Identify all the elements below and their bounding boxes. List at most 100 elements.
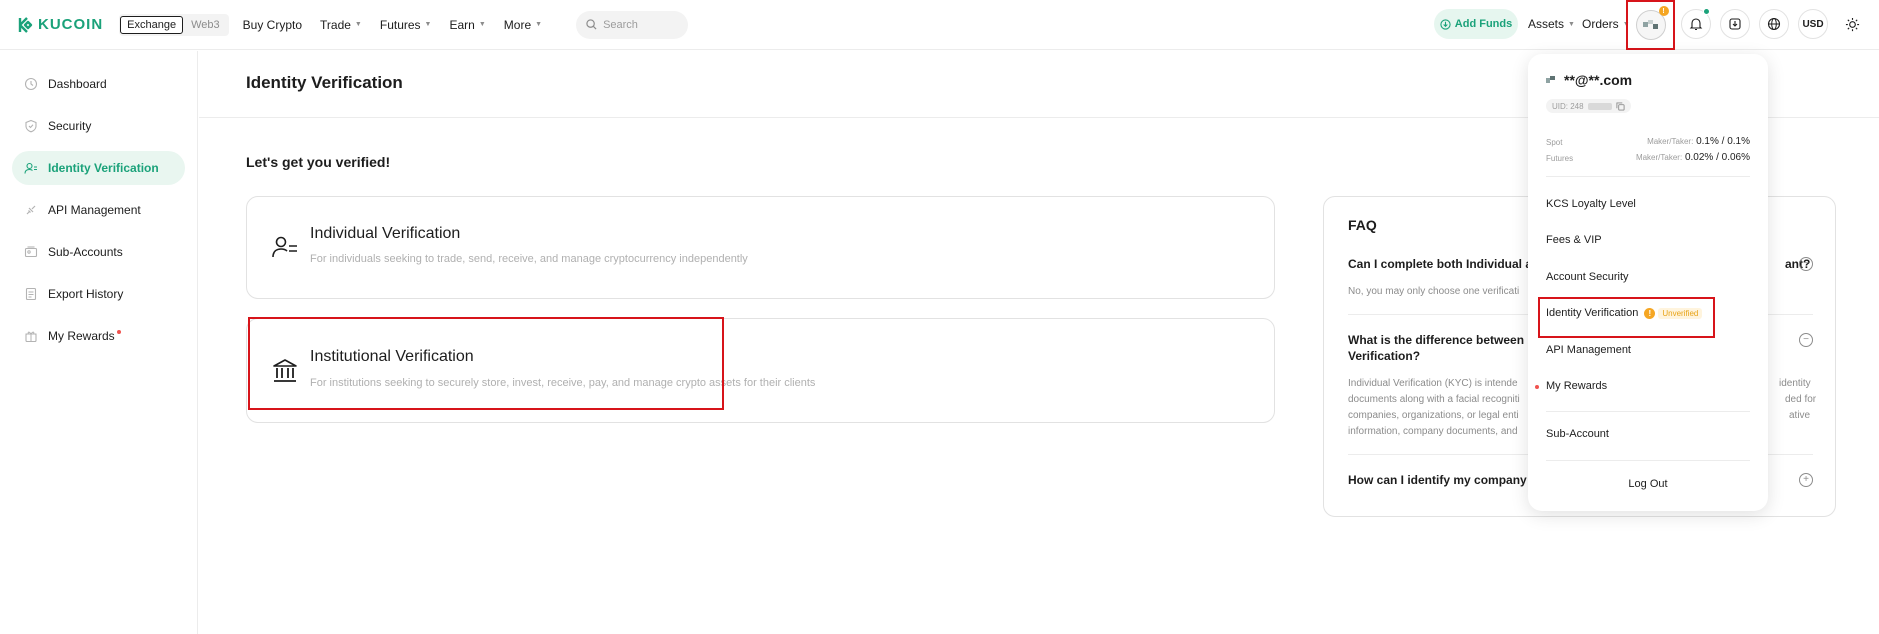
page-title: Identity Verification — [246, 73, 403, 92]
page-subtitle: Let's get you verified! — [246, 154, 391, 170]
fee-value-futures: Maker/Taker: 0.02% / 0.06% — [1636, 152, 1750, 163]
sidebar-item-label: Security — [48, 119, 92, 133]
currency-button[interactable]: USD — [1798, 9, 1828, 39]
uid-chip: UID: 248 — [1546, 99, 1631, 113]
orders-menu[interactable]: Orders ▼ — [1582, 17, 1630, 31]
nav-more[interactable]: More ▼ — [504, 18, 542, 32]
fee-value: 0.1% / 0.1% — [1696, 136, 1750, 147]
sidebar-item-api-management[interactable]: API Management — [12, 193, 185, 227]
collapse-icon[interactable]: − — [1799, 257, 1813, 271]
account-avatar-highlight: ! — [1626, 0, 1675, 50]
menu-kcs-loyalty-level[interactable]: KCS Loyalty Level — [1546, 198, 1636, 210]
nav-earn[interactable]: Earn ▼ — [449, 18, 485, 32]
dropdown-divider — [1546, 411, 1750, 412]
sub-accounts-icon — [24, 246, 38, 258]
uid-masked — [1587, 102, 1612, 110]
assets-menu[interactable]: Assets ▼ — [1528, 17, 1575, 31]
sidebar-item-label: My Rewards — [48, 329, 115, 343]
kucoin-logo-icon — [18, 16, 33, 33]
menu-account-security[interactable]: Account Security — [1546, 271, 1629, 283]
faq-question-text: How can I identify my company ty — [1348, 473, 1541, 487]
search-input[interactable]: Search — [576, 10, 689, 39]
nav-trade[interactable]: Trade ▼ — [320, 18, 362, 32]
currency-label: USD — [1802, 18, 1824, 30]
collapse-icon[interactable]: − — [1799, 333, 1813, 347]
logout-button[interactable]: Log Out — [1528, 478, 1768, 490]
download-app-button[interactable] — [1720, 9, 1750, 39]
notification-dot — [1703, 8, 1710, 15]
sidebar-item-identity-verification[interactable]: Identity Verification — [12, 151, 185, 185]
copy-icon[interactable] — [1616, 101, 1625, 111]
language-button[interactable] — [1759, 9, 1789, 39]
menu-label: API Management — [1546, 344, 1631, 356]
kucoin-logo[interactable]: KUCOIN — [16, 16, 103, 34]
avatar[interactable]: ! — [1635, 6, 1669, 40]
bell-icon — [1689, 18, 1703, 31]
fee-value: 0.02% / 0.06% — [1684, 152, 1750, 163]
user-check-icon — [24, 162, 37, 174]
add-funds-button[interactable]: Add Funds — [1434, 9, 1518, 39]
faq-question-2[interactable]: What is the difference between In — [1348, 332, 1538, 348]
chevron-down-icon: ▼ — [1568, 20, 1575, 28]
new-indicator-dot — [116, 330, 121, 334]
sidebar-item-label: Sub-Accounts — [48, 245, 123, 259]
dropdown-divider — [1546, 176, 1750, 177]
menu-my-rewards[interactable]: My Rewards — [1546, 380, 1607, 392]
maker-taker-label: Maker/Taker: — [1647, 137, 1694, 146]
menu-sub-account[interactable]: Sub-Account — [1546, 428, 1609, 440]
faq-answer-2-right3: ative — [1789, 410, 1811, 421]
menu-fees-vip[interactable]: Fees & VIP — [1546, 234, 1602, 246]
chevron-down-icon: ▼ — [478, 21, 486, 28]
fee-label-spot: Spot — [1546, 138, 1563, 147]
faq-question-1[interactable]: Can I complete both Individual an — [1348, 256, 1539, 272]
orders-label: Orders — [1582, 17, 1619, 31]
sidebar-item-label: Identity Verification — [48, 161, 159, 175]
menu-label: Sub-Account — [1546, 428, 1609, 440]
notifications-button[interactable] — [1681, 8, 1711, 39]
sidebar-item-export-history[interactable]: Export History — [12, 277, 185, 311]
sidebar-item-my-rewards[interactable]: My Rewards — [12, 319, 185, 353]
add-funds-label: Add Funds — [1454, 18, 1513, 30]
nav-futures[interactable]: Futures ▼ — [380, 18, 432, 32]
download-circle-icon — [1440, 18, 1451, 30]
theme-toggle-button[interactable] — [1837, 9, 1867, 39]
faq-question-3[interactable]: How can I identify my company ty — [1348, 472, 1541, 488]
menu-api-management[interactable]: API Management — [1546, 344, 1631, 356]
gift-icon — [25, 331, 37, 343]
web3-tab[interactable]: Web3 — [183, 17, 228, 33]
account-email: **@**.com — [1546, 72, 1632, 88]
faq-title: FAQ — [1348, 217, 1377, 233]
sun-icon — [1845, 17, 1859, 31]
search-icon — [586, 19, 597, 30]
globe-icon — [1767, 17, 1781, 31]
avatar-pixel-icon — [1546, 76, 1555, 83]
nav-buy-crypto[interactable]: Buy Crypto — [243, 18, 302, 32]
dropdown-divider — [1546, 460, 1750, 461]
download-icon — [1729, 18, 1741, 30]
chevron-down-icon: ▼ — [424, 21, 432, 28]
fee-label-futures: Futures — [1546, 154, 1574, 163]
faq-answer-2-line2: documents along with a facial recogniti — [1348, 394, 1520, 405]
exchange-tab[interactable]: Exchange — [120, 15, 184, 34]
faq-answer-2-line4: information, company documents, and — [1348, 426, 1518, 437]
sidebar-item-sub-accounts[interactable]: Sub-Accounts — [12, 235, 185, 269]
exchange-web3-switch: Exchange Web3 — [119, 13, 229, 36]
institutional-verification-highlight — [248, 317, 724, 410]
search-placeholder: Search — [603, 18, 638, 31]
export-icon — [25, 287, 37, 301]
nav-label: Futures — [379, 17, 421, 32]
individual-verification-card[interactable]: Individual Verification For individuals … — [246, 196, 1275, 299]
faq-answer-2-line3: companies, organizations, or legal enti — [1348, 410, 1519, 421]
menu-label: My Rewards — [1546, 380, 1608, 392]
chevron-down-icon: ▼ — [535, 21, 543, 28]
avatar-pixel-icon — [1642, 20, 1658, 29]
new-indicator-dot — [1535, 385, 1539, 389]
faq-answer-1: No, you may only choose one verificati — [1348, 286, 1520, 297]
nav-label: Buy Crypto — [242, 17, 303, 32]
uid-text: UID: 248 — [1552, 101, 1584, 111]
sidebar-item-dashboard[interactable]: Dashboard — [12, 67, 185, 101]
sidebar: Dashboard Security Identity Verification… — [0, 51, 198, 634]
faq-answer-2-line1: Individual Verification (KYC) is intende — [1348, 378, 1518, 389]
expand-icon[interactable]: + — [1799, 473, 1813, 487]
sidebar-item-security[interactable]: Security — [12, 109, 185, 143]
